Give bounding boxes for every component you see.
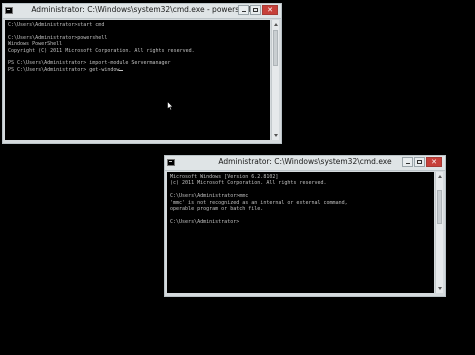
cmd-window-titlebar[interactable]: Administrator: C:\Windows\system32\cmd.e… [165,156,445,171]
scrollbar-thumb[interactable] [273,30,278,66]
cmd-console-output[interactable]: Microsoft Windows [Version 6.2.8102] (c)… [167,172,434,293]
scrollbar-thumb[interactable] [437,190,442,224]
vertical-scrollbar[interactable] [271,20,279,140]
text-cursor [119,69,124,71]
scroll-down-arrow-icon[interactable] [273,132,279,139]
close-icon: ✕ [267,6,273,14]
mouse-pointer-icon [167,101,174,111]
console-input-text: PS C:\Users\Administrator> get-window [8,66,120,73]
maximize-button[interactable] [414,157,425,167]
minimize-button[interactable] [402,157,413,167]
close-button[interactable]: ✕ [426,157,442,167]
scroll-up-arrow-icon[interactable] [437,173,443,180]
cmd-console-window[interactable]: Administrator: C:\Windows\system32\cmd.e… [164,155,446,297]
powershell-console-window[interactable]: Administrator: C:\Windows\system32\cmd.e… [2,3,282,144]
minimize-button[interactable] [238,5,249,15]
scroll-up-arrow-icon[interactable] [273,21,279,28]
close-button[interactable]: ✕ [262,5,278,15]
scroll-down-arrow-icon[interactable] [437,285,443,292]
powershell-console-output[interactable]: C:\Users\Administrator>start cmd C:\User… [5,20,270,140]
minimize-icon [239,6,248,14]
console-prompt-line[interactable]: PS C:\Users\Administrator> get-window [8,67,267,73]
console-prompt-line[interactable]: C:\Users\Administrator> [170,219,431,225]
maximize-icon [251,6,260,14]
powershell-window-titlebar[interactable]: Administrator: C:\Windows\system32\cmd.e… [3,4,281,19]
maximize-icon [415,158,424,166]
minimize-icon [403,158,412,166]
vertical-scrollbar[interactable] [435,172,443,293]
close-icon: ✕ [431,158,437,166]
maximize-button[interactable] [250,5,261,15]
